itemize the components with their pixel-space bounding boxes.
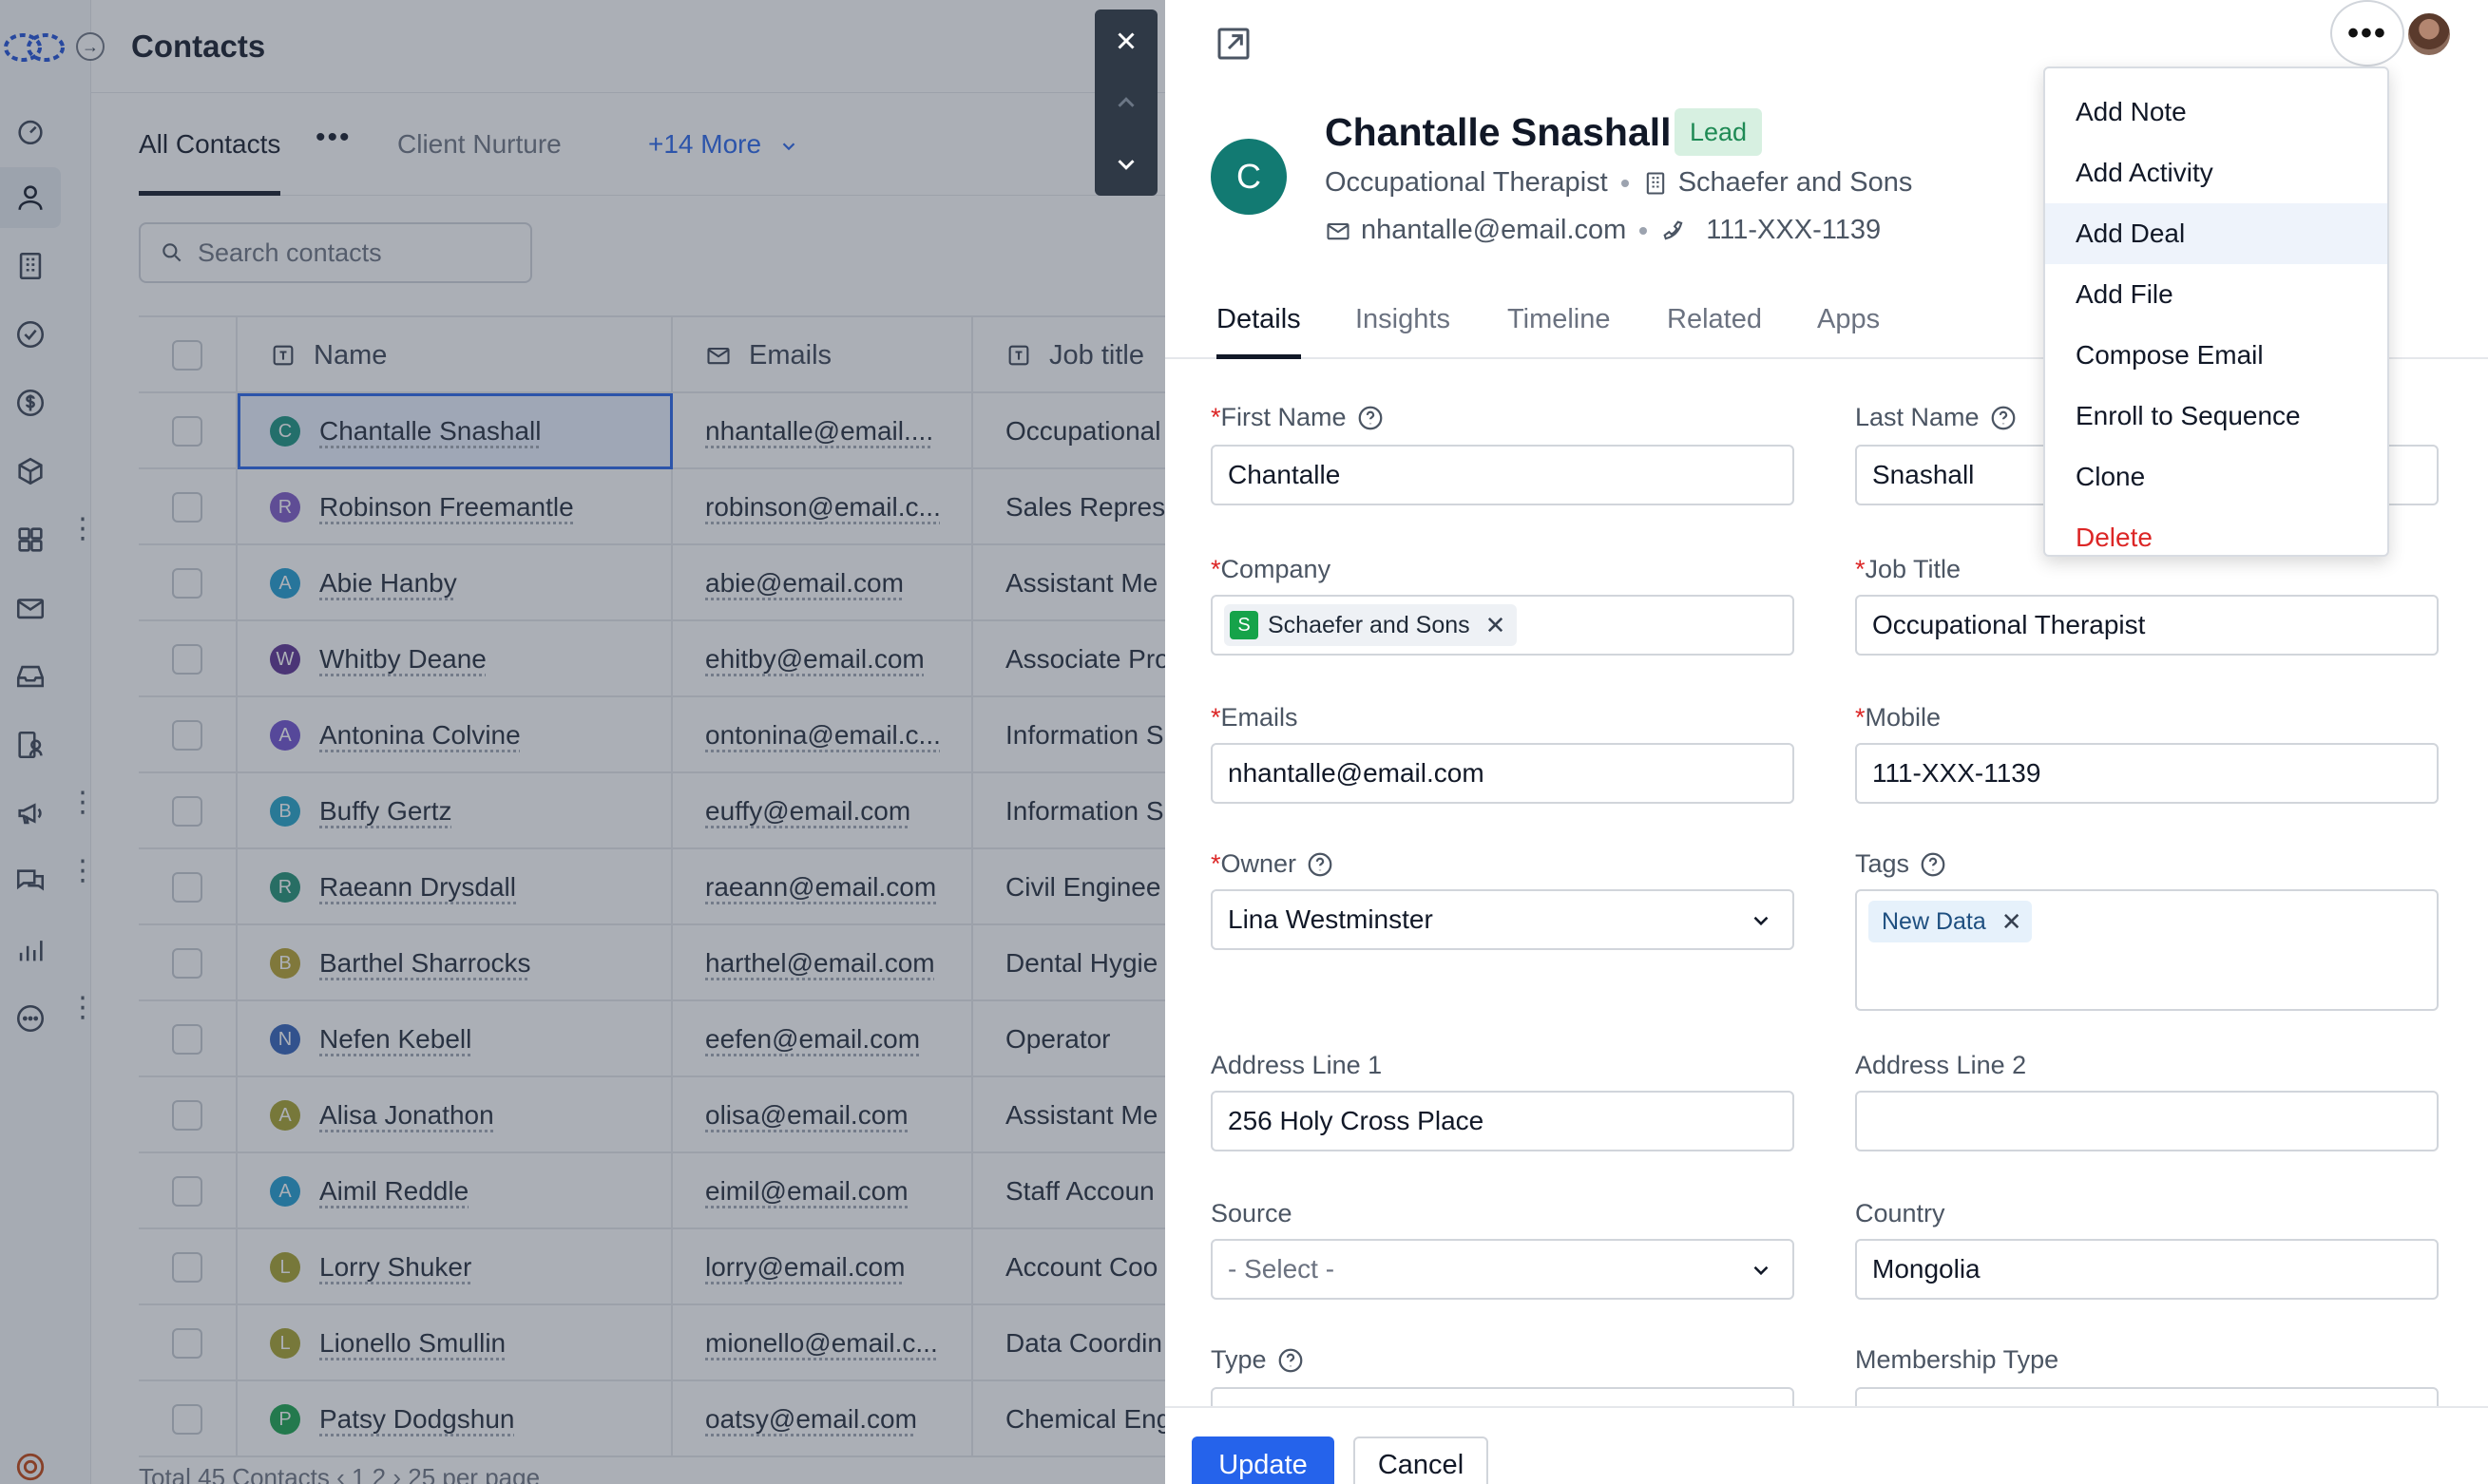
remove-tag-icon[interactable]: ✕ (2001, 907, 2022, 937)
remove-chip-icon[interactable]: ✕ (1485, 611, 1506, 640)
drawer-footer: Update Cancel (1165, 1406, 2488, 1484)
emails-label-text: Emails (1220, 703, 1298, 732)
mobile-label-text: Mobile (1865, 703, 1942, 732)
owner-value: Lina Westminster (1228, 904, 1433, 934)
more-actions-button[interactable]: ••• (2330, 0, 2404, 67)
separator-dot (1620, 179, 1629, 187)
required-marker: * (1855, 703, 1866, 732)
company-chip-avatar: S (1230, 611, 1258, 639)
type-label: Type (1211, 1345, 1305, 1375)
open-in-full-icon[interactable] (1215, 25, 1253, 63)
chevron-down-icon (1753, 916, 1769, 926)
menu-item-compose-email[interactable]: Compose Email (2045, 325, 2387, 386)
help-icon[interactable] (1306, 850, 1334, 879)
menu-item-clone[interactable]: Clone (2045, 447, 2387, 507)
update-button[interactable]: Update (1192, 1436, 1334, 1484)
owner-select[interactable]: Lina Westminster (1211, 889, 1794, 950)
close-icon (1118, 31, 1135, 49)
membership-label: Membership Type (1855, 1345, 2059, 1374)
contact-company-link[interactable]: Schaefer and Sons (1678, 167, 1913, 199)
help-icon[interactable] (1919, 850, 1947, 879)
emails-label: * Emails (1211, 703, 1298, 732)
separator-dot (1639, 226, 1648, 235)
chevron-down-icon (1753, 1265, 1769, 1276)
phone-icon (1663, 219, 1683, 239)
tab-insights[interactable]: Insights (1355, 304, 1450, 359)
tags-field[interactable]: New Data ✕ (1855, 889, 2439, 1011)
job-title-field[interactable]: Occupational Therapist (1855, 595, 2439, 656)
chevron-up-icon (1118, 96, 1135, 107)
menu-item-add-activity[interactable]: Add Activity (2045, 143, 2387, 203)
tab-timeline[interactable]: Timeline (1507, 304, 1611, 359)
tab-details[interactable]: Details (1216, 304, 1301, 359)
contact-job-title: Occupational Therapist (1325, 167, 1608, 198)
company-label-text: Company (1220, 555, 1331, 583)
tab-related[interactable]: Related (1667, 304, 1762, 359)
mobile-label: * Mobile (1855, 703, 1941, 732)
required-marker: * (1211, 555, 1221, 583)
contact-subline-contact: nhantalle@email.com 111-XXX-1139 (1325, 215, 1881, 246)
close-drawer-button[interactable] (1095, 10, 1158, 71)
user-avatar[interactable] (2406, 11, 2452, 57)
menu-item-add-deal[interactable]: Add Deal (2045, 203, 2387, 264)
address2-label: Address Line 2 (1855, 1051, 2027, 1079)
tag-chip-label: New Data (1882, 907, 1986, 935)
required-marker: * (1211, 703, 1221, 732)
job-title-label-text: Job Title (1865, 555, 1962, 583)
previous-record-button[interactable] (1095, 71, 1158, 133)
help-icon[interactable] (1276, 1346, 1305, 1375)
required-marker: * (1211, 849, 1221, 878)
next-record-button[interactable] (1095, 133, 1158, 195)
record-navigator (1095, 10, 1158, 196)
company-chip-label: Schaefer and Sons (1268, 611, 1470, 638)
last-name-label: Last Name (1855, 403, 2018, 432)
owner-label-text: Owner (1220, 849, 1297, 878)
source-placeholder: - Select - (1228, 1254, 1335, 1284)
company-chip: S Schaefer and Sons ✕ (1224, 604, 1518, 646)
address1-field[interactable]: 256 Holy Cross Place (1211, 1091, 1794, 1151)
type-label-text: Type (1211, 1345, 1267, 1374)
menu-item-delete[interactable]: Delete (2045, 507, 2387, 568)
source-select[interactable]: - Select - (1211, 1239, 1794, 1300)
more-actions-menu: Add Note Add Activity Add Deal Add File Comp… (2043, 67, 2389, 557)
tab-apps[interactable]: Apps (1817, 304, 1880, 359)
company-field[interactable]: S Schaefer and Sons ✕ (1211, 595, 1794, 656)
first-name-field[interactable]: Chantalle (1211, 445, 1794, 505)
chevron-down-icon (1118, 159, 1135, 170)
source-label: Source (1211, 1199, 1292, 1227)
company-label: * Company (1211, 555, 1330, 584)
contact-email-link[interactable]: nhantalle@email.com (1361, 215, 1626, 246)
menu-item-enroll-to-sequence[interactable]: Enroll to Sequence (2045, 386, 2387, 447)
first-name-label-text: First Name (1220, 403, 1347, 431)
contact-name: Chantalle Snashall (1325, 110, 1672, 154)
contact-avatar: C (1211, 139, 1287, 215)
help-icon[interactable] (1989, 404, 2018, 432)
first-name-label: * First Name (1211, 403, 1385, 432)
required-marker: * (1855, 555, 1866, 583)
job-title-label: * Job Title (1855, 555, 1961, 584)
address2-field[interactable] (1855, 1091, 2439, 1151)
building-icon (1646, 171, 1664, 195)
owner-label: * Owner (1211, 849, 1334, 879)
tags-label: Tags (1855, 849, 1947, 879)
mail-icon (1327, 222, 1349, 239)
cancel-button[interactable]: Cancel (1353, 1436, 1488, 1484)
contact-phone-link[interactable]: 111-XXX-1139 (1706, 215, 1881, 246)
help-icon[interactable] (1356, 404, 1385, 432)
contact-subline-work: Occupational Therapist Schaefer and Sons (1325, 167, 1912, 199)
menu-item-add-file[interactable]: Add File (2045, 264, 2387, 325)
required-marker: * (1211, 403, 1221, 431)
address1-label: Address Line 1 (1211, 1051, 1383, 1079)
list-overlay[interactable] (0, 0, 1165, 1484)
last-name-label-text: Last Name (1855, 403, 1980, 431)
country-label: Country (1855, 1199, 1945, 1227)
tag-chip: New Data ✕ (1868, 901, 2032, 942)
mobile-field[interactable]: 111-XXX-1139 (1855, 743, 2439, 804)
menu-item-add-note[interactable]: Add Note (2045, 82, 2387, 143)
tags-label-text: Tags (1855, 849, 1910, 878)
emails-field[interactable]: nhantalle@email.com (1211, 743, 1794, 804)
country-field[interactable]: Mongolia (1855, 1239, 2439, 1300)
lifecycle-badge[interactable]: Lead (1675, 108, 1763, 156)
